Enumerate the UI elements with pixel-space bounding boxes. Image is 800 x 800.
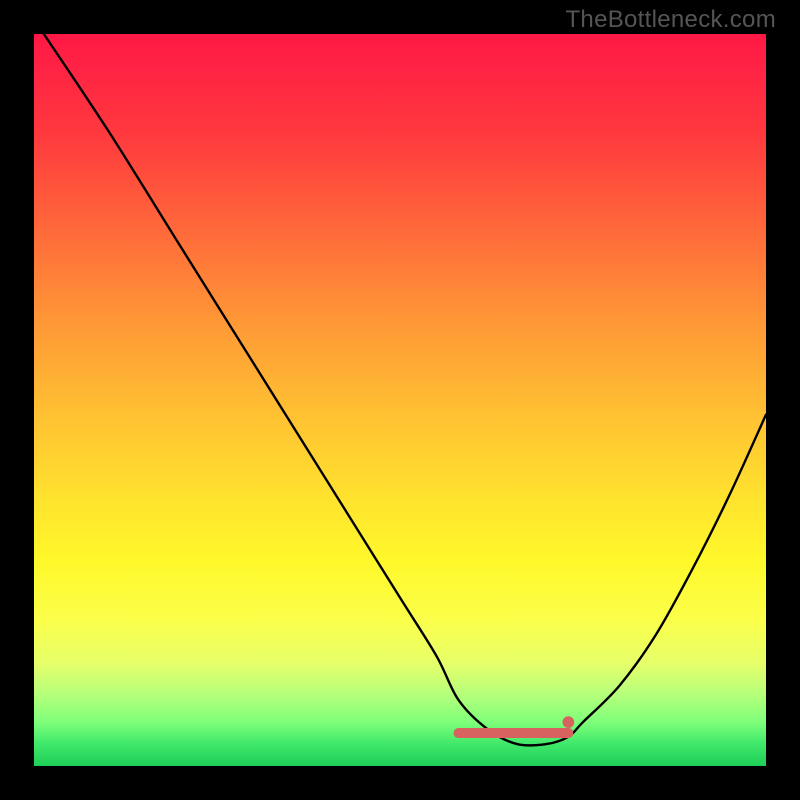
chart-frame: TheBottleneck.com [0, 0, 800, 800]
watermark-text: TheBottleneck.com [565, 6, 776, 34]
chart-background-gradient [34, 34, 766, 766]
